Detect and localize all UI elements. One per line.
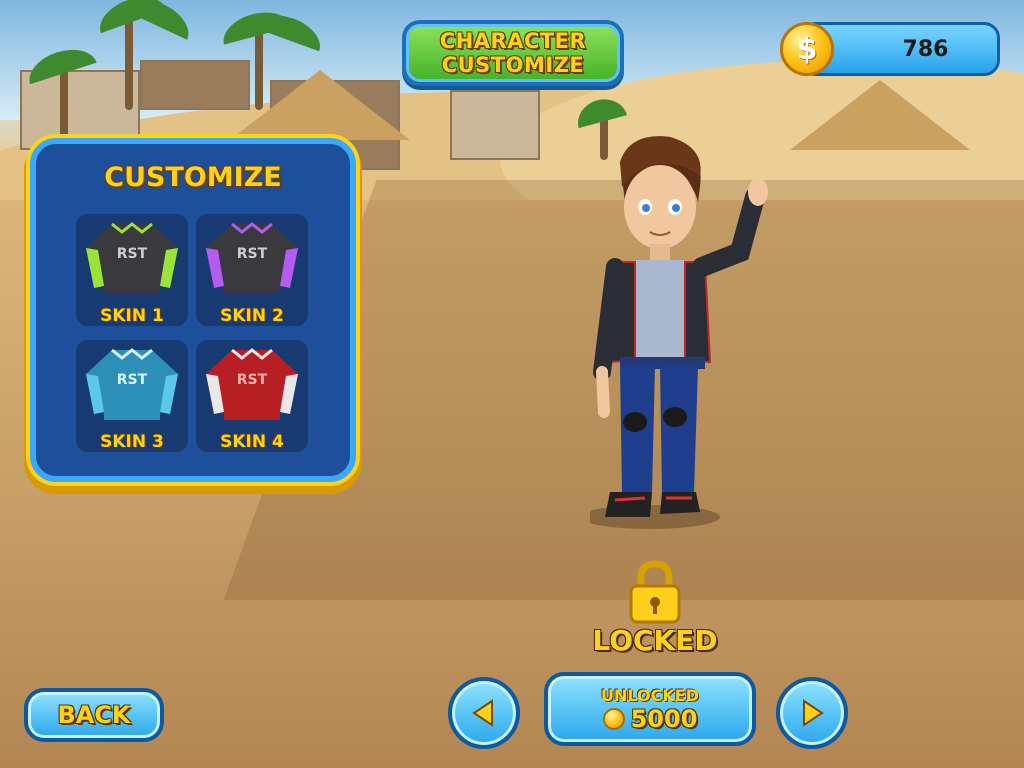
svg-text:RST: RST <box>117 372 148 388</box>
back-button[interactable]: BACK <box>24 688 164 742</box>
jacket-icon: RST <box>206 222 298 294</box>
village-building <box>450 90 540 160</box>
arrow-left-icon <box>472 699 493 727</box>
player-character <box>590 136 768 529</box>
back-button-label: BACK <box>57 701 131 729</box>
svg-text:RST: RST <box>237 372 268 388</box>
unlock-button-label: UNLOCKED <box>601 685 699 705</box>
svg-text:RST: RST <box>237 246 268 262</box>
next-character-button[interactable] <box>776 677 848 749</box>
skin-label: SKIN 2 <box>220 306 284 326</box>
pyramid <box>790 80 970 150</box>
coin-count: 786 <box>902 36 949 62</box>
previous-character-button[interactable] <box>448 677 520 749</box>
skin-label: SKIN 1 <box>100 306 164 326</box>
unlock-button[interactable]: UNLOCKED 5000 <box>544 672 756 746</box>
skin-option-1[interactable]: RST SKIN 1 <box>76 214 188 326</box>
arrow-right-icon <box>803 699 824 727</box>
svg-text:RST: RST <box>117 246 148 262</box>
customize-panel: CUSTOMIZE RST SKIN 1 RST SKIN 2 RST SKIN… <box>30 138 356 482</box>
padlock-icon <box>629 560 681 624</box>
customize-panel-title: CUSTOMIZE <box>104 162 282 193</box>
jacket-icon: RST <box>86 348 178 420</box>
skin-option-3[interactable]: RST SKIN 3 <box>76 340 188 452</box>
screen-title-line1: CHARACTER <box>439 29 587 53</box>
screen-title-badge: CHARACTER CUSTOMIZE <box>402 20 624 86</box>
jacket-icon: RST <box>86 222 178 294</box>
skin-option-4[interactable]: RST SKIN 4 <box>196 340 308 452</box>
skin-label: SKIN 3 <box>100 432 164 452</box>
unlock-price-value: 5000 <box>630 704 698 733</box>
jacket-icon: RST <box>206 348 298 420</box>
skin-label: SKIN 4 <box>220 432 284 452</box>
coin-icon: $ <box>780 22 834 76</box>
skin-option-2[interactable]: RST SKIN 2 <box>196 214 308 326</box>
unlock-price: 5000 <box>602 704 698 733</box>
coin-icon <box>602 707 625 730</box>
lock-status-label: LOCKED <box>592 624 718 657</box>
screen-title-line2: CUSTOMIZE <box>441 53 585 77</box>
palm-tree <box>125 10 133 110</box>
